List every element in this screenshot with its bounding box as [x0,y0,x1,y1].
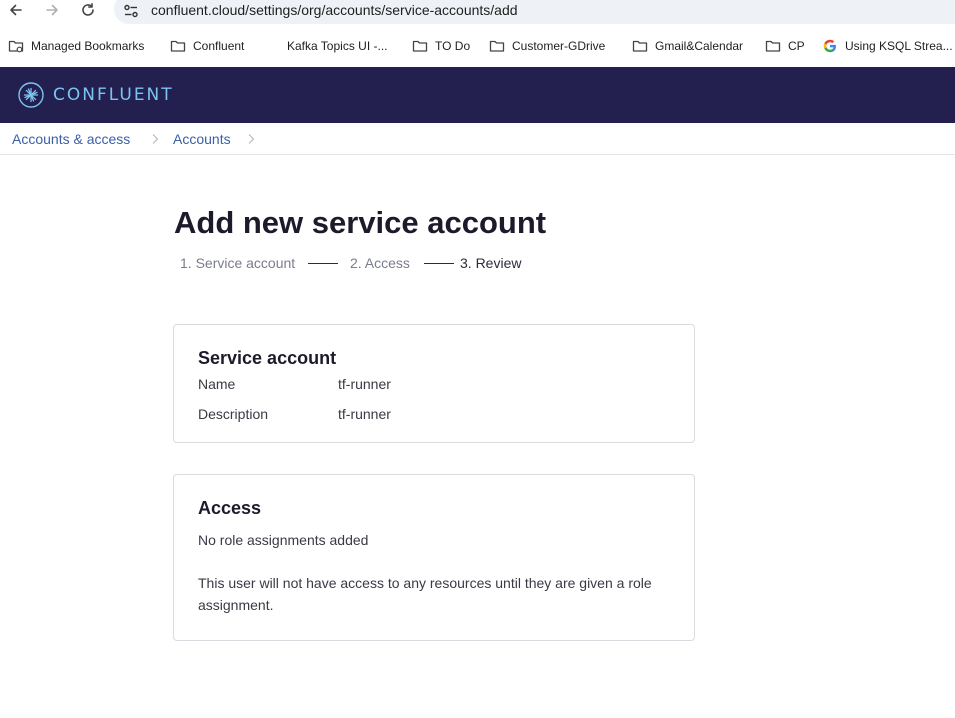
name-value: tf-runner [338,376,391,392]
confluent-logo[interactable]: CONFLUENT [18,81,174,109]
url-text: confluent.cloud/settings/org/accounts/se… [151,2,518,18]
bookmark-label: Gmail&Calendar [655,39,744,53]
step-connector [308,263,338,264]
bookmark-gmail-calendar[interactable]: Gmail&Calendar [632,37,743,55]
forward-button[interactable] [40,0,64,20]
bookmark-label: Using KSQL Strea... [845,39,953,53]
browser-toolbar: confluent.cloud/settings/org/accounts/se… [0,0,955,24]
logo-text: CONFLUENT [53,85,174,105]
folder-icon [412,40,428,52]
chevron-right-icon [248,134,255,144]
breadcrumb: Accounts & access Accounts [0,123,955,155]
google-icon [823,39,836,53]
card-title: Access [198,498,262,518]
service-account-card: Service account Name tf-runner Descripti… [173,324,695,443]
confluent-logo-icon [18,82,44,108]
folder-icon [489,40,505,52]
back-button[interactable] [4,0,28,20]
step-connector [424,263,454,264]
folder-icon [632,40,648,52]
bookmark-label: CP [788,39,805,53]
bookmarks-bar: Managed Bookmarks Confluent Kafka Topics… [0,34,955,58]
bookmark-label: Managed Bookmarks [31,39,145,53]
folder-icon [170,40,186,52]
bookmark-cp[interactable]: CP [765,37,805,55]
bookmark-label: Confluent [193,39,245,53]
arrow-left-icon [10,4,22,16]
chevron-right-icon [152,134,159,144]
bookmark-confluent[interactable]: Confluent [170,37,244,55]
bookmark-to-do[interactable]: TO Do [412,37,470,55]
blank-page-icon [264,38,280,54]
reload-button[interactable] [76,0,100,20]
bookmark-kafka-topics-ui[interactable]: Kafka Topics UI -... [264,37,387,55]
address-bar[interactable]: confluent.cloud/settings/org/accounts/se… [114,0,955,24]
step-service-account[interactable]: 1. Service account [180,255,295,271]
arrow-right-icon [46,4,58,16]
name-label: Name [198,376,236,392]
step-access[interactable]: 2. Access [350,255,410,271]
breadcrumb-accounts[interactable]: Accounts [173,131,231,147]
bookmark-managed-bookmarks[interactable]: Managed Bookmarks [8,37,144,55]
no-role-assignments-text: No role assignments added [198,532,369,548]
description-value: tf-runner [338,406,391,422]
bookmark-label: TO Do [435,39,471,53]
bookmark-label: Customer-GDrive [512,39,606,53]
step-review: 3. Review [460,255,522,271]
folder-icon [765,40,781,52]
bookmark-customer-gdrive[interactable]: Customer-GDrive [489,37,605,55]
bookmark-label: Kafka Topics UI -... [287,39,388,53]
access-note: This user will not have access to any re… [198,575,652,613]
site-settings-icon[interactable] [123,3,139,19]
breadcrumb-accounts-access[interactable]: Accounts & access [12,131,130,147]
access-card: Access No role assignments added This us… [173,474,695,641]
reload-icon [82,3,94,16]
description-label: Description [198,406,269,422]
page-title: Add new service account [174,205,547,240]
app-header: CONFLUENT [0,67,955,123]
managed-folder-icon [8,40,24,53]
card-title: Service account [198,348,337,368]
bookmark-using-ksql[interactable]: Using KSQL Strea... [822,37,953,55]
